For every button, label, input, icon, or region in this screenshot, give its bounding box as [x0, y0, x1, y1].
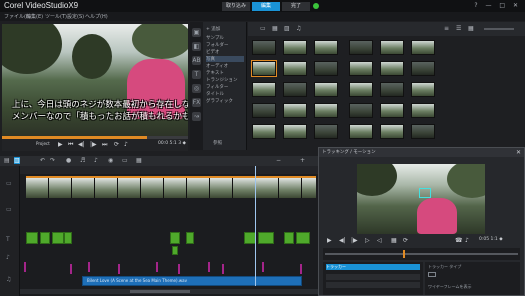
tracker-panel: トラッカー [323, 262, 423, 295]
media-thumbnail[interactable] [380, 82, 404, 97]
voice-clip-marker[interactable] [118, 264, 120, 274]
timeline-playhead[interactable] [255, 166, 257, 286]
tracking-preview[interactable] [357, 164, 485, 234]
mosaic-icon[interactable]: ▦ [391, 237, 397, 244]
tracking-playhead[interactable] [403, 250, 405, 258]
list-view-icon[interactable]: ☰ [456, 25, 461, 32]
media-thumbnail[interactable] [380, 103, 404, 118]
voice-clip-marker[interactable] [300, 264, 302, 274]
title-clip[interactable] [296, 232, 310, 244]
scene-rider [417, 198, 457, 234]
voice-clip-marker[interactable] [156, 262, 158, 272]
scrollbar-thumb[interactable] [130, 290, 190, 293]
media-thumbnail[interactable] [411, 124, 435, 139]
tracker-row[interactable] [326, 274, 420, 280]
track-back-icon[interactable]: ◁ [377, 237, 382, 244]
media-thumbnail[interactable] [411, 40, 435, 55]
tracking-timeline[interactable] [323, 248, 520, 260]
voice-clip-marker[interactable] [24, 262, 26, 272]
timeline-scrollbar[interactable] [20, 289, 318, 294]
close-icon[interactable]: ✕ [516, 148, 521, 157]
tracker-settings-panel: トラッカー タイプ ワイヤーフレームを表示 [425, 262, 520, 295]
title-clip[interactable] [40, 232, 50, 244]
step-forward-icon[interactable]: |▶ [351, 237, 358, 244]
voice-clip-marker[interactable] [208, 262, 210, 272]
window-title[interactable]: トラッキング / モーション [319, 148, 524, 157]
media-thumbnail[interactable] [380, 61, 404, 76]
scene-foliage [357, 164, 397, 196]
title-clip[interactable] [170, 232, 180, 244]
track-forward-icon[interactable]: ▷ [365, 237, 370, 244]
media-thumbnail[interactable] [349, 103, 373, 118]
media-thumbnail[interactable] [411, 61, 435, 76]
music-clip[interactable]: Bilent Love (A Scene at the Sea Main The… [82, 276, 302, 286]
title-clip[interactable] [258, 232, 274, 244]
tracker-type-label: トラッカー タイプ [428, 264, 462, 269]
title-clip[interactable] [186, 232, 194, 244]
voice-clip-marker[interactable] [178, 264, 180, 274]
voice-clip-marker[interactable] [70, 264, 72, 274]
tracking-timecode[interactable]: 0:05 1:1 ◆ [479, 237, 503, 242]
title-clip[interactable] [244, 232, 256, 244]
media-thumbnail[interactable] [411, 82, 435, 97]
title-clip[interactable] [172, 246, 178, 255]
media-thumbnail[interactable] [380, 124, 404, 139]
media-thumbnail[interactable] [380, 40, 404, 55]
tracker-box[interactable] [419, 188, 431, 198]
tracking-controls: ▶ ◀| |▶ ▷ ◁ ▦ ⟳ ☎ ♪ 0:05 1:1 ◆ [319, 236, 524, 246]
step-back-icon[interactable]: ◀| [339, 237, 346, 244]
voice-clip-marker[interactable] [262, 262, 264, 272]
show-wireframe-checkbox[interactable]: ワイヤーフレームを表示 [428, 284, 472, 290]
media-thumbnail[interactable] [349, 61, 373, 76]
media-thumbnail[interactable] [349, 82, 373, 97]
title-clip[interactable] [64, 232, 72, 244]
sort-icon[interactable]: ≡ [444, 25, 449, 32]
volume-icon[interactable]: ♪ [465, 237, 469, 244]
play-icon[interactable]: ▶ [327, 237, 332, 244]
title-clip[interactable] [26, 232, 38, 244]
overlay-clips [0, 0, 318, 296]
reset-icon[interactable]: ⟳ [403, 237, 408, 244]
title-clip[interactable] [284, 232, 294, 244]
title-clip[interactable] [52, 232, 64, 244]
tracker-type-option[interactable] [428, 272, 436, 277]
motion-tracking-window: トラッキング / モーション ✕ ▶ ◀| |▶ ▷ ◁ ▦ ⟳ ☎ ♪ 0:0… [318, 147, 525, 296]
phone-icon[interactable]: ☎ [455, 237, 462, 244]
window-controls[interactable]: ? — □ ✕ [474, 2, 521, 9]
media-thumbnail[interactable] [349, 124, 373, 139]
media-thumbnail[interactable] [411, 103, 435, 118]
tracking-timeline-bar[interactable] [325, 253, 518, 255]
thumbnail-size-slider[interactable] [484, 28, 514, 30]
voice-clip-marker[interactable] [222, 264, 224, 274]
grid-view-icon[interactable]: ▦ [468, 25, 474, 32]
tracker-row[interactable] [326, 282, 420, 288]
media-thumbnail[interactable] [349, 40, 373, 55]
tracker-heading: トラッカー [326, 264, 420, 270]
scene-foliage [447, 164, 485, 198]
voice-clip-marker[interactable] [88, 262, 90, 272]
